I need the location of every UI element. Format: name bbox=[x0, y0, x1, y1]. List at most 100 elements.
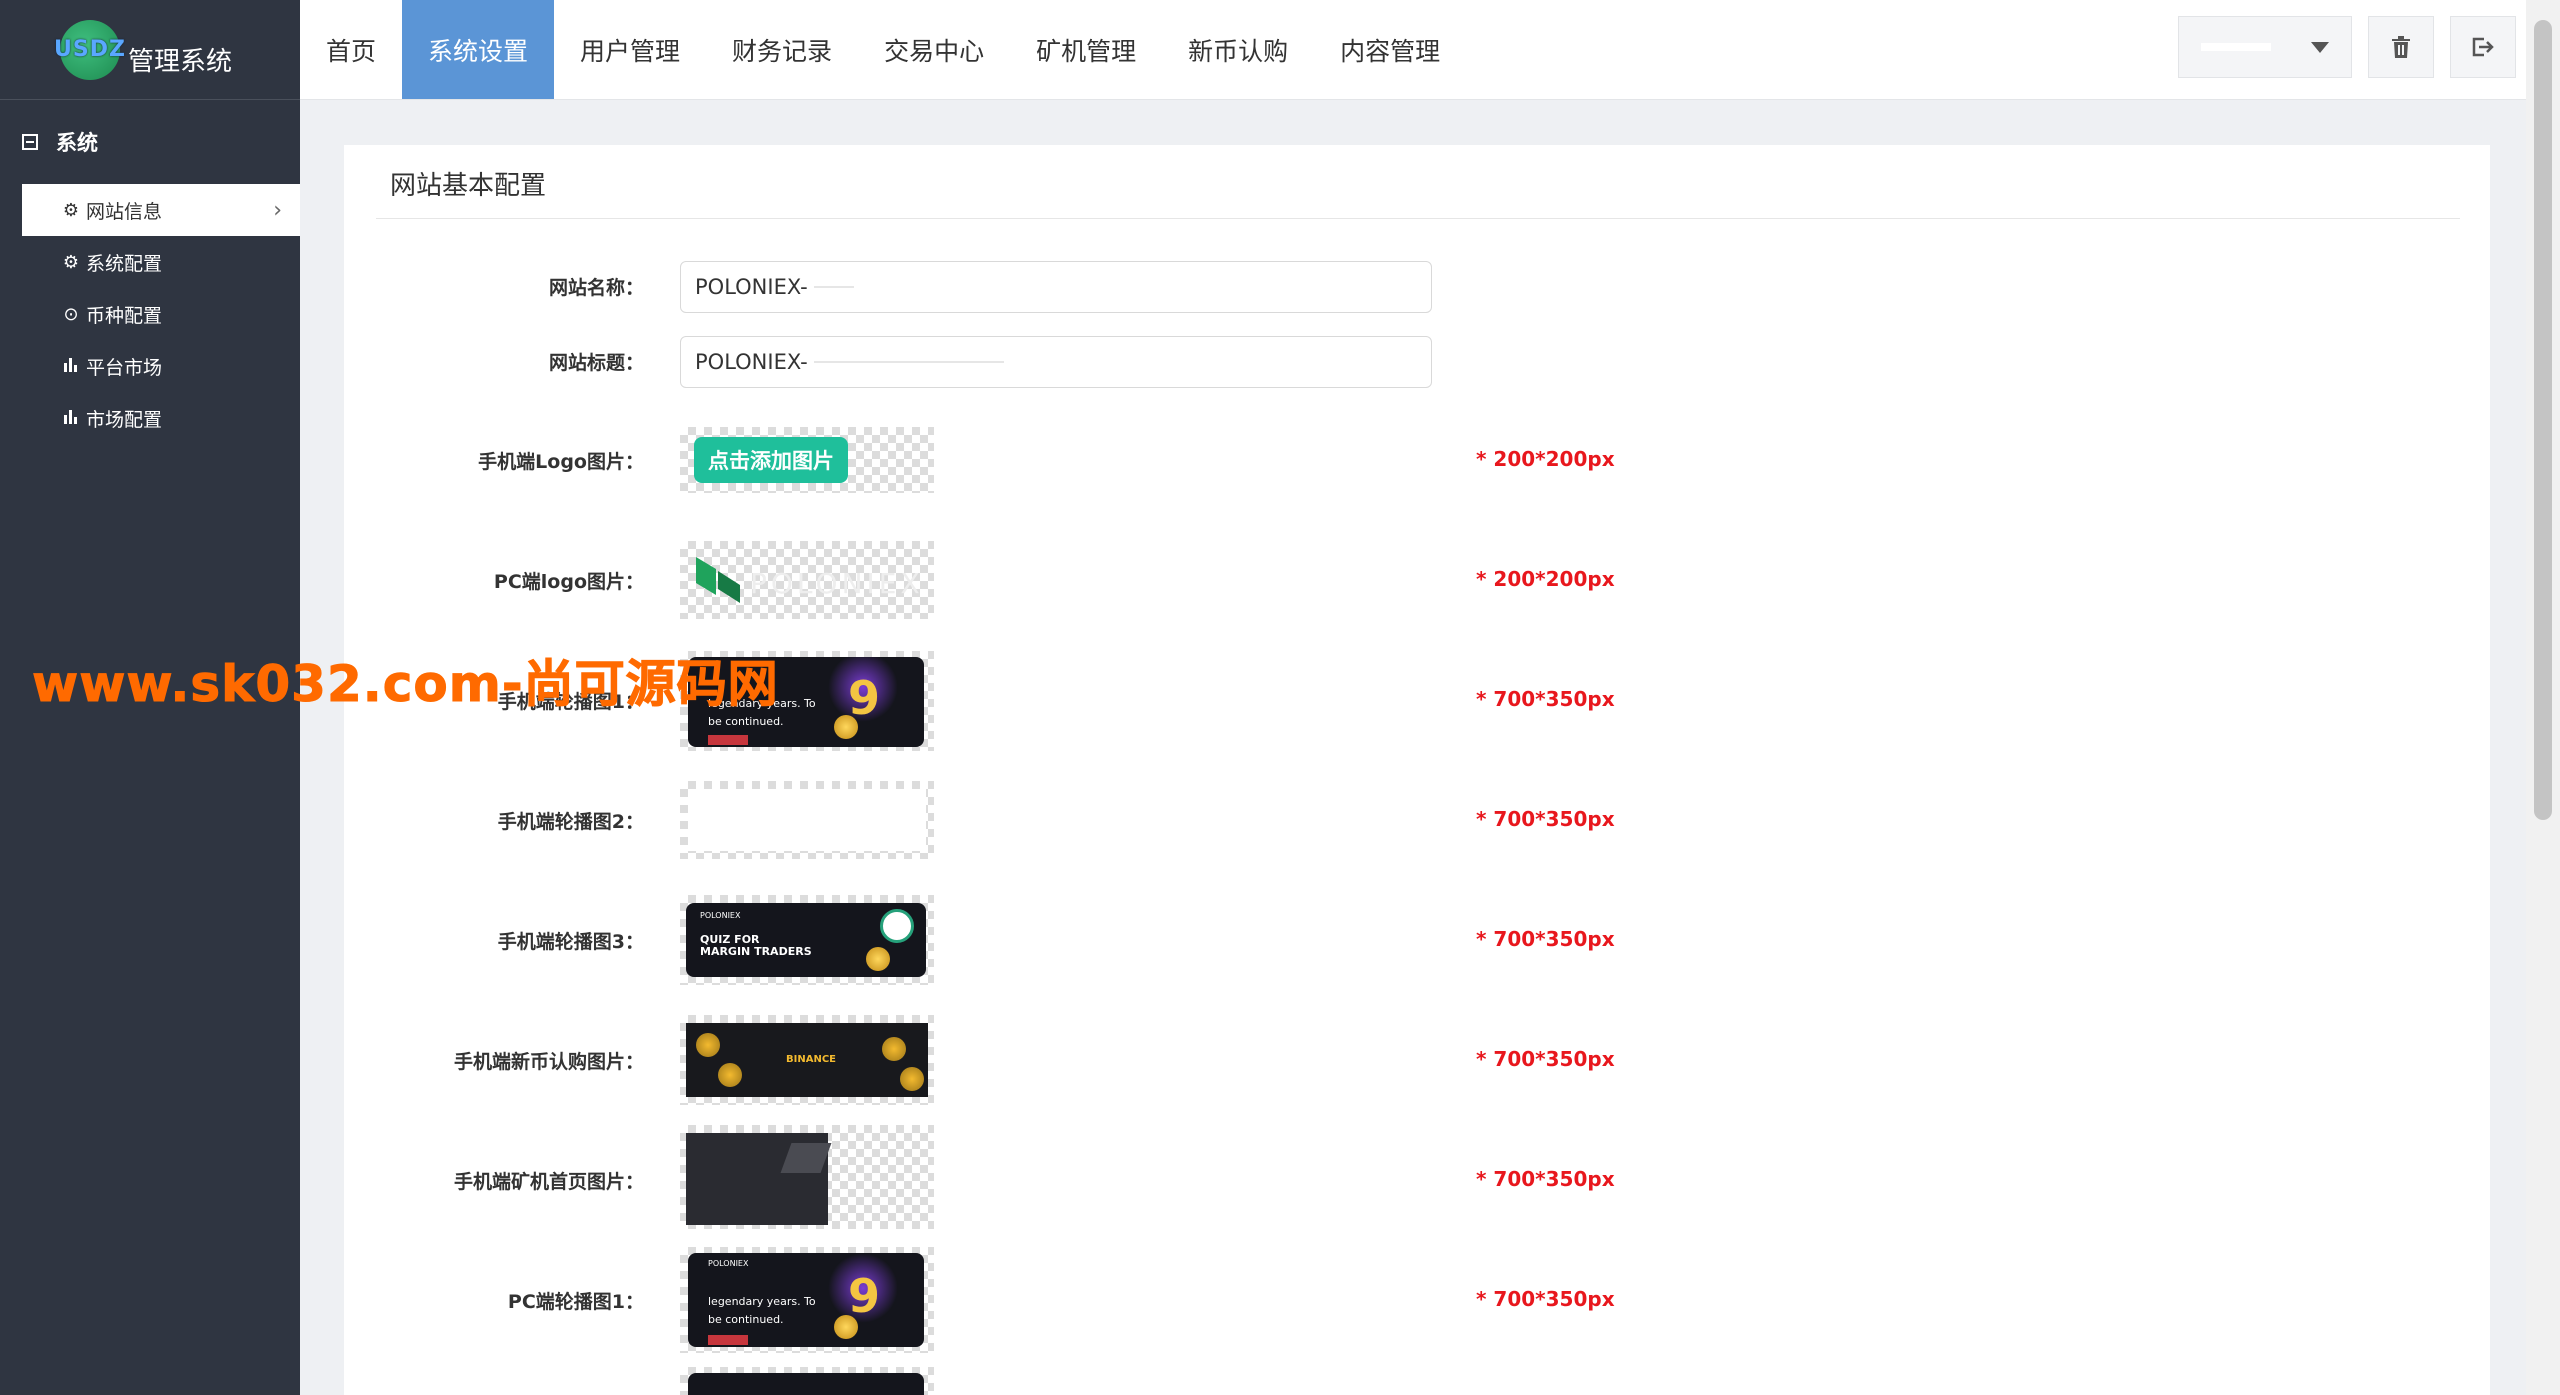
banner-image bbox=[688, 1373, 924, 1395]
mobile-banner-3-label: 手机端轮播图3： bbox=[497, 931, 644, 953]
clear-cache-button[interactable] bbox=[2368, 16, 2434, 78]
chevron-right-icon: › bbox=[273, 197, 282, 223]
site-title-label: 网站标题： bbox=[548, 352, 644, 374]
banner-text: be continued. bbox=[708, 1313, 784, 1326]
scroll-thumb[interactable] bbox=[2534, 20, 2552, 820]
coin-icon bbox=[866, 947, 890, 971]
size-hint: * 700*350px bbox=[1476, 807, 1615, 831]
site-title-input[interactable]: POLONIEX- bbox=[680, 336, 1432, 388]
sidebar-section-system[interactable]: 系统 bbox=[0, 100, 300, 184]
trash-icon bbox=[2392, 36, 2410, 58]
site-name-value: POLONIEX- bbox=[695, 275, 808, 299]
size-hint: * 200*200px bbox=[1476, 447, 1615, 471]
banner-text: MARGIN TRADERS bbox=[700, 945, 812, 958]
pc-banner-1-label: PC端轮播图1： bbox=[507, 1291, 644, 1313]
mobile-logo-label: 手机端Logo图片： bbox=[478, 451, 644, 473]
decor-shape bbox=[780, 1143, 832, 1173]
sidebar-item-coin-config[interactable]: ⊙ 币种配置 bbox=[22, 288, 300, 340]
add-image-button[interactable]: 点击添加图片 bbox=[694, 437, 848, 483]
gear-icon: ⚙ bbox=[62, 251, 80, 273]
mobile-new-coin-upload[interactable]: BINANCE bbox=[680, 1015, 934, 1105]
size-hint: * 200*200px bbox=[1476, 567, 1615, 591]
tab-system-settings[interactable]: 系统设置 bbox=[402, 0, 555, 99]
sidebar-item-label: 网站信息 bbox=[86, 200, 163, 223]
logout-icon bbox=[2472, 37, 2494, 57]
site-title-value: POLONIEX- bbox=[695, 350, 808, 374]
sidebar-item-platform-market[interactable]: 平台市场 bbox=[22, 340, 300, 392]
username-redacted bbox=[2201, 43, 2271, 51]
watermark: www.sk032.com-尚可源码网 bbox=[32, 655, 779, 714]
tab-new-coin-subscription[interactable]: 新币认购 bbox=[1162, 0, 1314, 99]
coin-icon bbox=[834, 715, 858, 739]
banner-tag bbox=[708, 1335, 748, 1345]
user-dropdown[interactable] bbox=[2178, 16, 2352, 78]
poloniex-logo-icon bbox=[696, 557, 740, 603]
coin-icon bbox=[696, 1033, 720, 1057]
bar-chart-icon bbox=[60, 408, 82, 429]
page-scrollbar[interactable] bbox=[2526, 0, 2560, 1395]
sidebar-item-system-config[interactable]: ⚙ 系统配置 bbox=[22, 236, 300, 288]
coin-icon bbox=[718, 1063, 742, 1087]
banner-image: POLONIEX QUIZ FOR MARGIN TRADERS bbox=[686, 903, 926, 977]
coin-icon bbox=[686, 1133, 696, 1143]
top-actions bbox=[2178, 16, 2516, 78]
size-hint: * 700*350px bbox=[1476, 1287, 1615, 1311]
size-hint: * 700*350px bbox=[1476, 1167, 1615, 1191]
brand-text: POLONIEX bbox=[700, 911, 741, 920]
pc-banner-1-upload[interactable]: POLONIEX legendary years. To be continue… bbox=[680, 1247, 934, 1353]
coin-icon bbox=[900, 1067, 924, 1091]
sidebar-item-market-config[interactable]: 市场配置 bbox=[22, 392, 300, 444]
coin-icon bbox=[882, 1037, 906, 1061]
redacted-text bbox=[813, 286, 854, 288]
brand-text: BINANCE bbox=[786, 1054, 836, 1065]
mobile-banner-2-upload[interactable] bbox=[680, 781, 934, 859]
empty-image bbox=[688, 789, 926, 851]
site-name-input[interactable]: POLONIEX- bbox=[680, 261, 1432, 313]
size-hint: * 700*350px bbox=[1476, 927, 1615, 951]
redacted-text bbox=[813, 361, 1004, 363]
sidebar-item-label: 市场配置 bbox=[86, 408, 163, 431]
pc-logo-upload[interactable]: POLONIEX bbox=[680, 541, 934, 619]
sidebar-section-label: 系统 bbox=[56, 131, 98, 155]
tether-icon bbox=[880, 909, 914, 943]
size-hint: * 700*350px bbox=[1476, 687, 1615, 711]
top-nav: 首页 系统设置 用户管理 财务记录 交易中心 矿机管理 新币认购 内容管理 bbox=[300, 0, 2526, 100]
banner-image: POLONIEX legendary years. To be continue… bbox=[688, 1253, 924, 1347]
banner-text: be continued. bbox=[708, 715, 784, 728]
mobile-banner-2-label: 手机端轮播图2： bbox=[497, 811, 644, 833]
logo-text: USDZ bbox=[54, 37, 126, 62]
divider bbox=[376, 218, 2460, 219]
site-name-label: 网站名称： bbox=[548, 277, 644, 299]
next-image-upload[interactable] bbox=[680, 1367, 934, 1395]
gear-icon: ⚙ bbox=[62, 199, 80, 221]
sidebar-item-label: 币种配置 bbox=[86, 304, 163, 327]
tab-user-management[interactable]: 用户管理 bbox=[554, 0, 706, 99]
globe-logo-icon: USDZ bbox=[54, 19, 125, 80]
banner-text: legendary years. To bbox=[708, 1295, 816, 1308]
sidebar-item-label: 系统配置 bbox=[86, 252, 163, 275]
tab-content-management[interactable]: 内容管理 bbox=[1314, 0, 1466, 99]
banner-image bbox=[686, 1133, 832, 1225]
site-config-panel: 网站基本配置 网站名称： POLONIEX- 网站标题： POLONIEX- 手… bbox=[344, 145, 2490, 1395]
coin-icon bbox=[834, 1315, 858, 1339]
size-hint: * 700*350px bbox=[1476, 1047, 1615, 1071]
sidebar-item-label: 平台市场 bbox=[86, 356, 163, 379]
bar-chart-icon bbox=[60, 356, 82, 377]
mobile-banner-3-upload[interactable]: POLONIEX QUIZ FOR MARGIN TRADERS bbox=[680, 895, 934, 985]
tab-trading-center[interactable]: 交易中心 bbox=[858, 0, 1010, 99]
brand-text: POLONIEX bbox=[708, 1259, 749, 1268]
anniversary-number: 9 bbox=[848, 1269, 881, 1323]
sidebar-item-site-info[interactable]: ⚙ 网站信息 › bbox=[22, 184, 300, 236]
tab-home[interactable]: 首页 bbox=[300, 0, 402, 99]
mobile-miner-label: 手机端矿机首页图片： bbox=[453, 1171, 644, 1193]
banner-image: BINANCE bbox=[686, 1023, 928, 1097]
app-name: 管理系统 bbox=[128, 47, 233, 77]
mobile-miner-upload[interactable] bbox=[680, 1125, 934, 1229]
panel-title: 网站基本配置 bbox=[390, 171, 547, 201]
tab-miner-management[interactable]: 矿机管理 bbox=[1010, 0, 1162, 99]
mobile-logo-upload[interactable]: 点击添加图片 bbox=[680, 427, 934, 493]
collapse-icon bbox=[22, 134, 38, 150]
logout-button[interactable] bbox=[2450, 16, 2516, 78]
tab-finance-records[interactable]: 财务记录 bbox=[706, 0, 858, 99]
app-logo[interactable]: USDZ 管理系统 bbox=[0, 0, 300, 100]
